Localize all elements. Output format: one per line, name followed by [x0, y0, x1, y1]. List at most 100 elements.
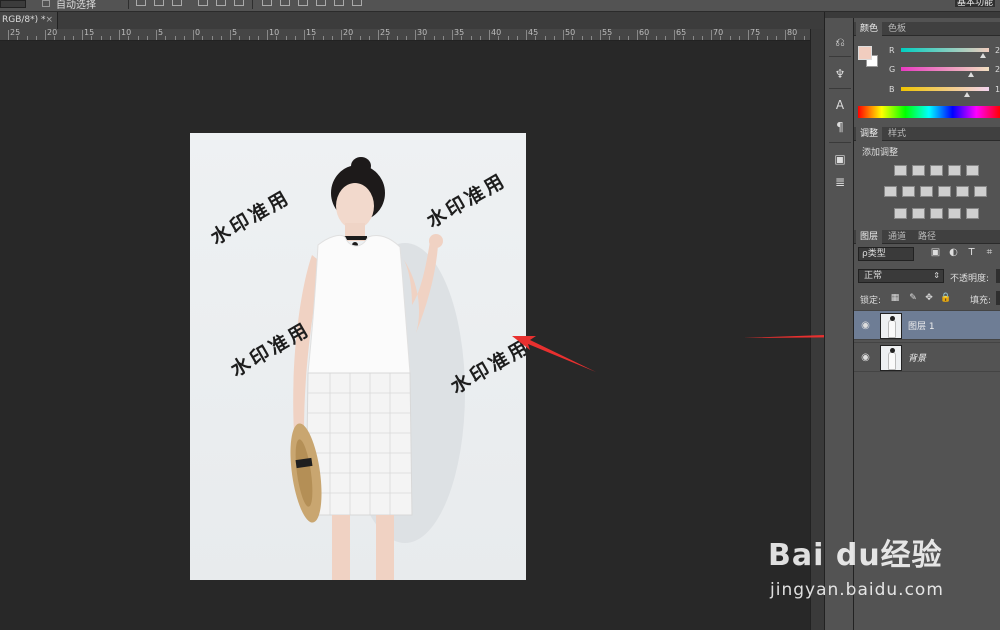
tool-preset-dropdown[interactable]	[0, 0, 26, 8]
foreground-color-swatch[interactable]	[858, 46, 872, 60]
tab-swatches[interactable]: 色板	[884, 22, 910, 36]
document-tab[interactable]: RGB/8*) * ×	[0, 12, 58, 29]
threshold-icon[interactable]	[930, 208, 943, 219]
color-balance-icon[interactable]	[902, 186, 915, 197]
ruler-major-tick	[378, 30, 379, 40]
ruler-minor-tick	[405, 36, 407, 40]
ruler-minor-tick	[609, 36, 611, 40]
distribute-icon[interactable]	[334, 0, 344, 6]
hue-saturation-icon[interactable]	[884, 186, 897, 197]
distribute-icon[interactable]	[316, 0, 326, 6]
channel-value[interactable]: 2	[995, 46, 1000, 55]
black-white-icon[interactable]	[920, 186, 933, 197]
red-slider-thumb[interactable]	[980, 53, 986, 58]
ruler-label: 25	[380, 28, 391, 37]
brush-presets-icon[interactable]: ♆	[832, 66, 848, 82]
lock-position-icon[interactable]: ✥	[924, 293, 934, 303]
ruler-minor-tick	[202, 36, 204, 40]
ruler-label: 30	[417, 28, 428, 37]
align-icon[interactable]	[154, 0, 164, 6]
color-lookup-icon[interactable]	[974, 186, 987, 197]
tab-channels[interactable]: 通道	[884, 230, 910, 244]
ruler-major-tick	[415, 30, 416, 40]
type-filter-icon[interactable]: T	[966, 247, 977, 258]
ruler-minor-tick	[359, 36, 361, 40]
ruler-minor-tick	[220, 36, 222, 40]
vibrance-icon[interactable]	[966, 165, 979, 176]
character-icon[interactable]: A	[832, 97, 848, 113]
distribute-icon[interactable]	[352, 0, 362, 6]
lock-pixels-icon[interactable]: ✎	[908, 293, 918, 303]
opacity-input[interactable]	[996, 269, 1000, 283]
eye-icon[interactable]: ◉	[860, 352, 871, 363]
baidu-url: jingyan.baidu.com	[770, 580, 944, 600]
shape-filter-icon[interactable]: ⌗	[984, 247, 995, 258]
fill-input[interactable]	[996, 291, 1000, 305]
auto-select-checkbox[interactable]	[42, 0, 50, 7]
channel-value[interactable]: 1	[995, 85, 1000, 94]
paragraph-icon[interactable]: ¶	[832, 119, 848, 135]
channel-value[interactable]: 2	[995, 65, 1000, 74]
layer-row[interactable]: ◉ 背景	[854, 342, 1000, 372]
notes-icon[interactable]: ≣	[832, 174, 848, 190]
curves-icon[interactable]	[930, 165, 943, 176]
document-canvas[interactable]: 水印准用 水印准用 水印准用 水印准用	[0, 42, 810, 630]
tab-color[interactable]: 颜色	[856, 22, 883, 36]
green-slider-track[interactable]	[901, 67, 989, 71]
updown-arrows-icon: ⇕	[933, 271, 940, 280]
layer-row[interactable]: ◉ 图层 1	[854, 310, 1000, 340]
layer-name: 图层 1	[908, 322, 935, 332]
history-icon[interactable]: ⎌	[832, 34, 848, 50]
channel-mixer-icon[interactable]	[956, 186, 969, 197]
ruler-label: 0	[195, 28, 201, 37]
tab-layers[interactable]: 图层	[856, 230, 883, 244]
align-icon[interactable]	[234, 0, 244, 6]
blue-slider-thumb[interactable]	[964, 92, 970, 97]
adjustment-filter-icon[interactable]: ◐	[948, 247, 959, 258]
lock-transparent-icon[interactable]: ▦	[890, 293, 900, 303]
tab-adjustments[interactable]: 调整	[856, 127, 883, 141]
distribute-icon[interactable]	[262, 0, 272, 6]
ruler-minor-tick	[433, 36, 435, 40]
invert-icon[interactable]	[894, 208, 907, 219]
ruler-minor-tick	[109, 36, 111, 40]
separator	[829, 88, 851, 89]
ruler-major-tick	[341, 30, 342, 40]
distribute-icon[interactable]	[280, 0, 290, 6]
channel-label: R	[889, 46, 895, 55]
layers-panel-tabs: 图层 通道 路径	[854, 230, 1000, 244]
levels-icon[interactable]	[912, 165, 925, 176]
selective-color-icon[interactable]	[948, 208, 961, 219]
red-slider-track[interactable]	[901, 48, 989, 52]
pixel-filter-icon[interactable]: ▣	[930, 247, 941, 258]
ruler-minor-tick	[581, 36, 583, 40]
horizontal-ruler[interactable]: 25 20 15 10 5 0 5 10 15 20 25 30 35 40 45 50 55 60 65 70 75 8…	[0, 28, 814, 41]
photo-filter-icon[interactable]	[938, 186, 951, 197]
workspace-switcher[interactable]: 基本功能	[954, 0, 996, 8]
ruler-minor-tick	[146, 36, 148, 40]
ruler-label: 65	[676, 28, 687, 37]
align-icon[interactable]	[216, 0, 226, 6]
distribute-icon[interactable]	[298, 0, 308, 6]
layer-filter-dropdown[interactable]: ρ类型	[858, 247, 914, 261]
brightness-contrast-icon[interactable]	[894, 165, 907, 176]
align-icon[interactable]	[172, 0, 182, 6]
eye-icon[interactable]: ◉	[860, 320, 871, 331]
ruler-minor-tick	[35, 36, 37, 40]
posterize-icon[interactable]	[912, 208, 925, 219]
tab-styles[interactable]: 样式	[884, 127, 910, 141]
blue-slider-track[interactable]	[901, 87, 989, 91]
align-icon[interactable]	[136, 0, 146, 6]
exposure-icon[interactable]	[948, 165, 961, 176]
green-slider-thumb[interactable]	[968, 72, 974, 77]
info-icon[interactable]: ▣	[832, 151, 848, 167]
gradient-map-icon[interactable]	[966, 208, 979, 219]
ruler-major-tick	[193, 30, 194, 40]
color-spectrum-ramp[interactable]	[858, 106, 1000, 118]
blend-mode-select[interactable]: 正常 ⇕	[858, 269, 944, 283]
ruler-minor-tick	[276, 36, 278, 40]
close-icon[interactable]: ×	[45, 12, 53, 29]
align-icon[interactable]	[198, 0, 208, 6]
lock-all-icon[interactable]: 🔒	[940, 293, 951, 303]
tab-paths[interactable]: 路径	[914, 230, 940, 244]
